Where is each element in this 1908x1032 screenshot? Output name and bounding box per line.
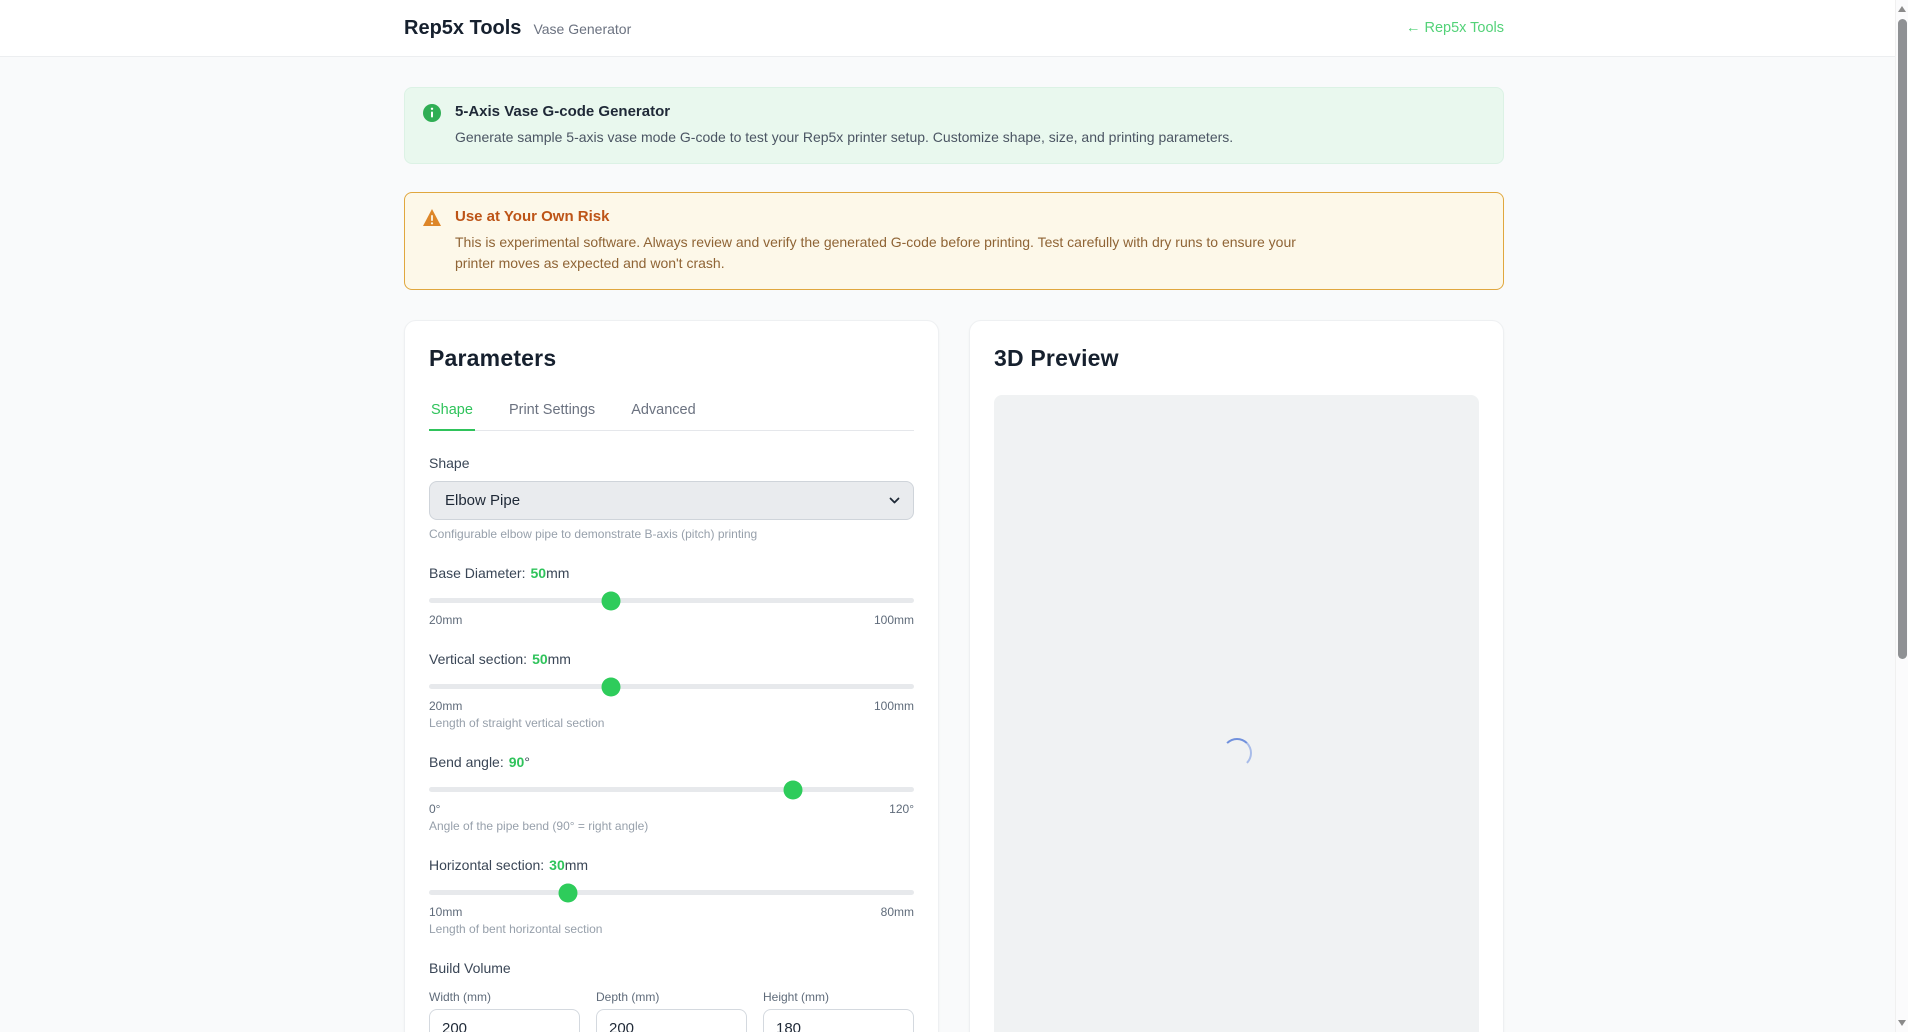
range-min: 0° [429, 802, 440, 816]
width-input[interactable] [429, 1009, 580, 1032]
base-diameter-slider-thumb[interactable] [601, 591, 620, 610]
vertical-section-range: 20mm 100mm [429, 699, 914, 713]
back-to-tools-link[interactable]: ← Rep5x Tools [1406, 20, 1504, 36]
vertical-scrollbar[interactable] [1895, 0, 1908, 1032]
brand-block: Rep5x Tools Vase Generator [404, 17, 631, 40]
info-banner-body: 5-Axis Vase G-code Generator Generate sa… [455, 103, 1233, 148]
slider-group-base-diameter: Base Diameter:50mm 20mm 100mm [429, 565, 914, 627]
height-label: Height (mm) [763, 990, 914, 1004]
scrollbar-thumb[interactable] [1898, 19, 1907, 659]
bend-angle-range: 0° 120° [429, 802, 914, 816]
app-subtitle: Vase Generator [533, 21, 631, 37]
slider-group-horizontal-section: Horizontal section:30mm 10mm 80mm Length… [429, 857, 914, 936]
build-volume-width-field: Width (mm) [429, 982, 580, 1032]
horizontal-section-range: 10mm 80mm [429, 905, 914, 919]
bend-angle-hint: Angle of the pipe bend (90° = right angl… [429, 819, 914, 833]
tab-shape[interactable]: Shape [429, 396, 475, 431]
parameters-tabs: Shape Print Settings Advanced [429, 396, 914, 431]
shape-select[interactable]: Elbow Pipe [429, 481, 914, 520]
parameters-title: Parameters [429, 345, 914, 372]
base-diameter-slider[interactable] [429, 598, 914, 603]
warning-banner-description: This is experimental software. Always re… [455, 232, 1315, 274]
build-volume-depth-field: Depth (mm) [596, 982, 747, 1032]
base-diameter-range: 20mm 100mm [429, 613, 914, 627]
width-label: Width (mm) [429, 990, 580, 1004]
vertical-section-label: Vertical section:50mm [429, 651, 914, 667]
loading-spinner-icon [1222, 738, 1252, 768]
warning-banner-body: Use at Your Own Risk This is experimenta… [455, 208, 1315, 274]
base-diameter-label: Base Diameter:50mm [429, 565, 914, 581]
depth-input[interactable] [596, 1009, 747, 1032]
horizontal-section-slider[interactable] [429, 890, 914, 895]
range-min: 10mm [429, 905, 462, 919]
warning-banner-title: Use at Your Own Risk [455, 208, 1315, 225]
range-max: 100mm [874, 613, 914, 627]
vertical-section-hint: Length of straight vertical section [429, 716, 914, 730]
shape-label: Shape [429, 455, 914, 471]
vertical-section-slider-thumb[interactable] [601, 677, 620, 696]
range-max: 80mm [881, 905, 914, 919]
preview-card: 3D Preview [969, 320, 1504, 1032]
warning-banner: Use at Your Own Risk This is experimenta… [404, 192, 1504, 290]
info-banner-description: Generate sample 5-axis vase mode G-code … [455, 127, 1233, 148]
info-icon [423, 104, 441, 148]
bend-angle-slider-thumb[interactable] [783, 780, 802, 799]
bend-angle-label: Bend angle:90° [429, 754, 914, 770]
build-volume-height-field: Height (mm) [763, 982, 914, 1032]
range-max: 120° [889, 802, 914, 816]
tab-print-settings[interactable]: Print Settings [507, 396, 597, 431]
shape-select-wrap: Elbow Pipe [429, 481, 914, 520]
parameters-card: Parameters Shape Print Settings Advanced… [404, 320, 939, 1032]
bend-angle-slider[interactable] [429, 787, 914, 792]
horizontal-section-label: Horizontal section:30mm [429, 857, 914, 873]
tab-advanced[interactable]: Advanced [629, 396, 698, 431]
shape-hint: Configurable elbow pipe to demonstrate B… [429, 527, 914, 541]
info-banner-title: 5-Axis Vase G-code Generator [455, 103, 1233, 120]
scrollbar-up-arrow-icon[interactable] [1898, 6, 1906, 12]
slider-group-bend-angle: Bend angle:90° 0° 120° Angle of the pipe… [429, 754, 914, 833]
warning-icon [423, 209, 441, 274]
scrollbar-down-arrow-icon[interactable] [1898, 1020, 1906, 1026]
horizontal-section-hint: Length of bent horizontal section [429, 922, 914, 936]
height-input[interactable] [763, 1009, 914, 1032]
app-title: Rep5x Tools [404, 17, 521, 40]
build-volume-grid: Width (mm) Depth (mm) Height (mm) [429, 982, 914, 1032]
vertical-section-slider[interactable] [429, 684, 914, 689]
range-max: 100mm [874, 699, 914, 713]
app-header: Rep5x Tools Vase Generator ← Rep5x Tools [0, 0, 1908, 57]
info-banner: 5-Axis Vase G-code Generator Generate sa… [404, 87, 1504, 164]
build-volume-label: Build Volume [429, 960, 914, 976]
slider-group-vertical-section: Vertical section:50mm 20mm 100mm Length … [429, 651, 914, 730]
range-min: 20mm [429, 699, 462, 713]
preview-title: 3D Preview [994, 345, 1479, 372]
depth-label: Depth (mm) [596, 990, 747, 1004]
preview-viewport[interactable] [994, 395, 1479, 1032]
range-min: 20mm [429, 613, 462, 627]
horizontal-section-slider-thumb[interactable] [558, 883, 577, 902]
